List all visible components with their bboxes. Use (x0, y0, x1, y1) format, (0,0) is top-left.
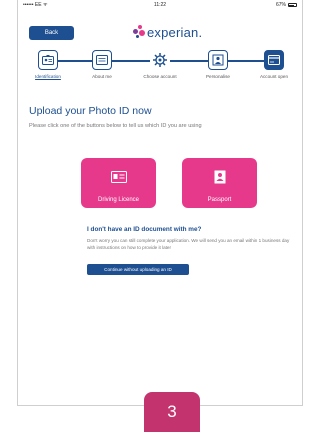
page-number-badge: 3 (144, 392, 200, 432)
driving-licence-label: Driving Licence (97, 197, 140, 203)
step-label: Choose account (143, 74, 177, 79)
battery-percent: 67% (275, 2, 286, 8)
status-right: 67% (206, 2, 297, 8)
driving-licence-button[interactable]: Driving Licence (81, 158, 156, 208)
step-personalise[interactable]: Personalise (190, 50, 246, 79)
back-button[interactable]: Back (29, 26, 74, 40)
battery-icon (287, 3, 297, 7)
passport-button[interactable]: Passport (182, 158, 257, 208)
progress-steps: Identification About me Choose account P… (18, 50, 302, 90)
step-account-open[interactable]: Account open (246, 50, 302, 79)
id-card-icon (38, 50, 58, 70)
step-label: Identification (35, 74, 61, 79)
passport-label: Passport (207, 197, 232, 203)
photo-frame-icon (208, 50, 228, 70)
status-time: 11:22 (153, 2, 167, 8)
step-label: Account open (259, 74, 289, 79)
driving-licence-icon (110, 170, 127, 188)
logo-text: experian. (147, 24, 203, 40)
open-card-icon (264, 50, 284, 70)
step-label: About me (92, 74, 112, 79)
passport-icon (214, 170, 226, 189)
user-card-icon (92, 50, 112, 70)
step-identification[interactable]: Identification (20, 50, 76, 79)
continue-without-id-button[interactable]: Continue without uploading an ID (87, 264, 189, 275)
logo-dots-icon (133, 25, 145, 39)
no-id-heading: I don't have an ID document with me? (87, 226, 202, 233)
page-title: Upload your Photo ID now (29, 105, 152, 117)
carrier-text: •••••• EE ᯤ (23, 2, 48, 8)
device-frame: •••••• EE ᯤ 11:22 67% Back experian. Ide… (17, 0, 303, 406)
gear-icon (150, 50, 170, 70)
page-subtitle: Please click one of the buttons below to… (29, 123, 202, 129)
experian-logo: experian. (133, 22, 202, 42)
no-id-description: Don't worry you can still complete your … (87, 238, 290, 250)
step-label: Personalise (205, 74, 230, 79)
status-bar: •••••• EE ᯤ 11:22 67% (18, 0, 302, 10)
step-choose-account[interactable]: Choose account (132, 50, 188, 79)
step-about-me[interactable]: About me (74, 50, 130, 79)
